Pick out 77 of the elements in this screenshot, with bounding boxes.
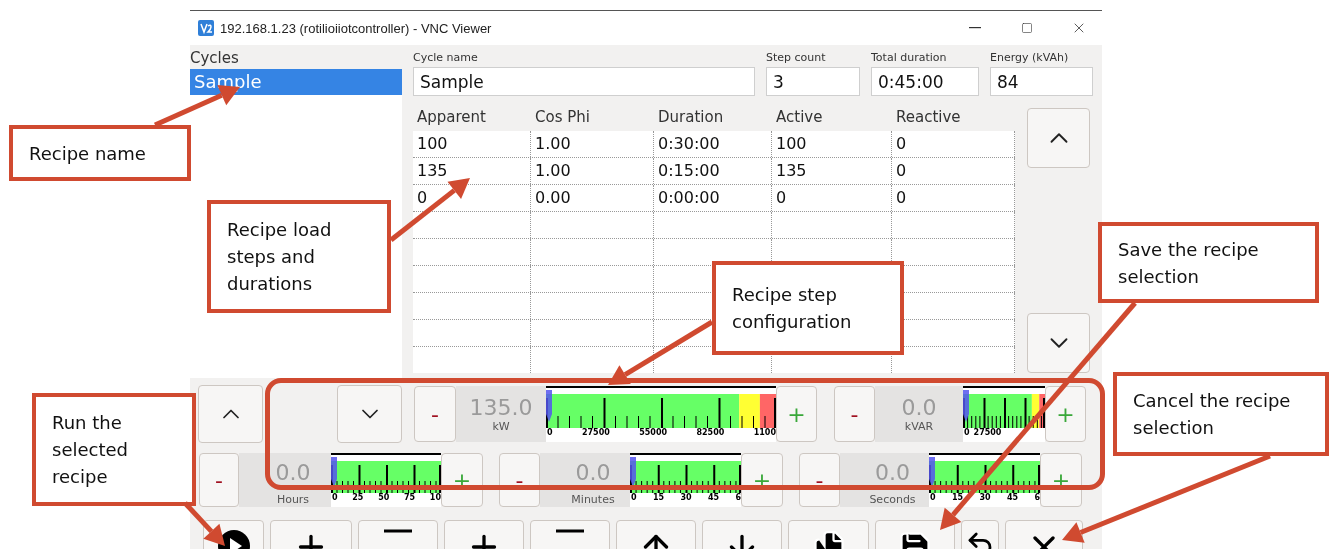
scale-label: 0 — [547, 428, 553, 437]
minimize-icon — [969, 27, 981, 29]
column-header: Cos Phi — [534, 108, 591, 128]
minus-icon — [384, 529, 412, 533]
scale-label: 30 — [680, 493, 692, 502]
table-cell: 135 — [772, 158, 892, 184]
unit-label: Seconds — [869, 493, 916, 506]
callout-label: Recipe load steps and durations — [207, 200, 391, 313]
app-icon — [198, 20, 214, 36]
callout-label: Recipe name — [9, 125, 191, 181]
scroll-down-button[interactable] — [1027, 313, 1090, 373]
table-cell: 1.00 — [531, 131, 654, 157]
scale-label: 75 — [403, 493, 416, 502]
field-label: Energy (kVAh) — [990, 51, 1070, 64]
scale-label: 0 — [930, 493, 936, 502]
column-header: Active — [775, 108, 824, 128]
input-field[interactable]: 84 — [990, 67, 1093, 96]
table-cell: 1.00 — [531, 158, 654, 184]
input-field[interactable]: Sample — [413, 67, 755, 96]
scale-label: 6 — [735, 493, 741, 502]
unit-label: kVAR — [904, 420, 934, 433]
callout-arrow — [183, 501, 225, 546]
value-text: 0.0 — [575, 460, 611, 485]
callout-label: Recipe step configuration — [712, 261, 904, 355]
minus-icon — [556, 529, 584, 533]
scale-label: 55000 — [639, 428, 668, 437]
table-cell: 0 — [892, 185, 1015, 211]
scale-label: 6 — [1034, 493, 1040, 502]
scale-label: 1100 — [753, 428, 776, 437]
column-header: Reactive — [895, 108, 962, 128]
input-field[interactable]: 3 — [766, 67, 860, 96]
decrease-button[interactable]: - — [199, 453, 239, 507]
scale-label: 82500 — [696, 428, 725, 437]
callout-label: Run the selected recipe — [32, 393, 196, 506]
scale-label: 45 — [1006, 493, 1019, 502]
column-header: Apparent — [416, 108, 487, 128]
scale-label: 0 — [332, 493, 338, 502]
table-cell: 0:00:00 — [654, 185, 772, 211]
input-field[interactable]: 0:45:00 — [871, 67, 979, 96]
field-label: Step count — [766, 51, 827, 64]
value-text: 0.0 — [875, 460, 910, 485]
scale-label: 27500 — [582, 428, 610, 437]
decrease-button[interactable]: - — [414, 386, 456, 442]
table-cell: 0 — [772, 185, 892, 211]
scale-label: 10 — [429, 493, 441, 502]
unit-label: Hours — [276, 493, 310, 506]
callout-label: Save the recipe selection — [1098, 222, 1319, 303]
field-label: Total duration — [871, 51, 948, 64]
list-item[interactable]: Sample — [190, 69, 402, 95]
scale-label: 0 — [631, 493, 637, 502]
scale-label: 30 — [979, 493, 991, 502]
column-header: Duration — [657, 108, 725, 128]
decrease-button[interactable]: - — [834, 386, 875, 442]
scale-label: 0 — [964, 428, 970, 437]
callout-label: Cancel the recipe selection — [1113, 372, 1329, 456]
scale-label: 25 — [352, 493, 364, 502]
value-text: 135.0 — [469, 395, 533, 420]
field-label: Cycle name — [413, 51, 479, 64]
table-cell: 0:30:00 — [654, 131, 772, 157]
scale-label: 15 — [652, 493, 665, 502]
maximize-icon — [1021, 22, 1033, 34]
unit-label: Minutes — [571, 493, 615, 506]
table-cell: 100 — [772, 131, 892, 157]
scale-label: 50 — [378, 493, 390, 502]
scale-label: 27500 — [973, 428, 1002, 437]
table-cell: 0 — [892, 158, 1015, 184]
table-cell: 0:15:00 — [654, 158, 772, 184]
unit-label: kW — [492, 420, 510, 433]
table-cell: 0 — [892, 131, 1015, 157]
table-cell: 0.00 — [531, 185, 654, 211]
scale-label: 15 — [951, 493, 964, 502]
value-text: 0.0 — [901, 395, 937, 420]
window-title: 192.168.1.23 (rotilioiiotcontroller) - VNC Viewer — [220, 20, 493, 36]
value-text: 0.0 — [275, 460, 311, 485]
scale-label: 45 — [707, 493, 720, 502]
table-cell: 100 — [413, 131, 531, 157]
list-heading: Cycles — [190, 48, 240, 69]
